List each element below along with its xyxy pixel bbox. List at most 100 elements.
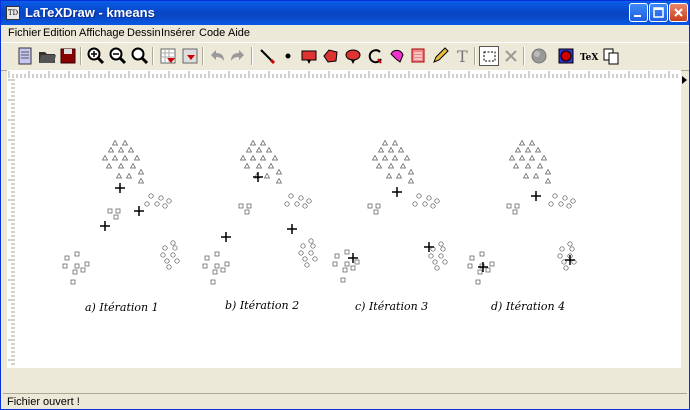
pen-icon[interactable] bbox=[257, 46, 277, 66]
triangle-point bbox=[371, 154, 379, 161]
shadow-icon[interactable] bbox=[529, 46, 549, 66]
redo-icon[interactable] bbox=[228, 46, 248, 66]
centroid-cross bbox=[287, 224, 297, 234]
circle-point bbox=[562, 195, 568, 201]
circle-point bbox=[557, 253, 563, 259]
square-point bbox=[64, 255, 70, 261]
menu-code[interactable]: Code bbox=[199, 27, 225, 39]
grid-icon[interactable] bbox=[158, 46, 178, 66]
circle-point bbox=[162, 203, 168, 209]
new-document-icon[interactable] bbox=[15, 46, 35, 66]
circle-point bbox=[284, 201, 290, 207]
triangle-point bbox=[512, 162, 520, 169]
triangle-point bbox=[544, 168, 552, 175]
menu-dessin[interactable]: Dessin bbox=[127, 27, 161, 39]
centroid-cross bbox=[531, 191, 541, 201]
ellipse-icon[interactable] bbox=[343, 46, 363, 66]
circle-point bbox=[422, 201, 428, 207]
circle-point bbox=[312, 256, 318, 262]
triangle-point bbox=[239, 154, 247, 161]
circle-point bbox=[164, 258, 170, 264]
square-point bbox=[210, 279, 216, 285]
status-bar: Fichier ouvert ! bbox=[3, 393, 687, 409]
square-point bbox=[373, 209, 379, 215]
rectangle-icon[interactable] bbox=[299, 46, 319, 66]
centroid-cross bbox=[115, 183, 125, 193]
toolbar: T TeX bbox=[1, 42, 689, 71]
arc-icon[interactable] bbox=[365, 46, 385, 66]
triangle-point bbox=[381, 154, 389, 161]
circle-point bbox=[170, 240, 176, 246]
square-point bbox=[475, 279, 481, 285]
save-icon[interactable] bbox=[58, 46, 78, 66]
copy-icon[interactable] bbox=[601, 46, 621, 66]
square-point bbox=[344, 249, 350, 255]
magnetic-grid-icon[interactable] bbox=[180, 46, 200, 66]
figure-iteration-3 bbox=[332, 139, 448, 283]
square-point bbox=[512, 209, 518, 215]
zoom-fit-icon[interactable] bbox=[130, 46, 150, 66]
delete-icon[interactable] bbox=[501, 46, 521, 66]
text-icon[interactable]: T bbox=[452, 46, 472, 66]
circle-point bbox=[566, 203, 572, 209]
square-point bbox=[514, 203, 520, 209]
undo-icon[interactable] bbox=[207, 46, 227, 66]
open-folder-icon[interactable] bbox=[37, 46, 57, 66]
circle-point bbox=[432, 259, 438, 265]
text-frame-icon[interactable] bbox=[408, 46, 428, 66]
minimize-icon bbox=[634, 15, 641, 17]
caption-iteration-2: b) Itération 2 bbox=[225, 299, 299, 312]
triangle-point bbox=[518, 139, 526, 146]
triangle-point bbox=[395, 172, 403, 179]
circle-point bbox=[438, 241, 444, 247]
title-bar[interactable]: TD LaTeXDraw - kmeans bbox=[1, 1, 689, 25]
zoom-in-icon[interactable] bbox=[86, 46, 106, 66]
tex-icon[interactable]: TeX bbox=[579, 46, 599, 66]
circle-point bbox=[148, 193, 154, 199]
menu-edition[interactable]: Edition bbox=[43, 27, 77, 39]
circle-point bbox=[288, 193, 294, 199]
circle-point bbox=[310, 243, 316, 249]
drawing-canvas[interactable]: a) Itération 1 b) Itération 2 c) Itérati… bbox=[15, 78, 681, 368]
square-point bbox=[506, 203, 512, 209]
triangle-point bbox=[536, 162, 544, 169]
square-point bbox=[74, 251, 80, 257]
circle-point bbox=[558, 201, 564, 207]
centroid-cross bbox=[565, 255, 575, 265]
horizontal-scroll-area[interactable] bbox=[7, 368, 681, 392]
circle-point bbox=[308, 238, 314, 244]
color-icon[interactable] bbox=[556, 46, 576, 66]
triangle-point bbox=[403, 154, 411, 161]
maximize-icon bbox=[653, 7, 664, 18]
menu-affichage[interactable]: Affichage bbox=[79, 27, 125, 39]
polygon-icon[interactable] bbox=[321, 46, 341, 66]
triangle-point bbox=[101, 154, 109, 161]
triangle-point bbox=[377, 146, 385, 153]
square-point bbox=[469, 255, 475, 261]
triangle-point bbox=[111, 154, 119, 161]
circle-point bbox=[144, 201, 150, 207]
triangle-point bbox=[524, 146, 532, 153]
maximize-button[interactable] bbox=[649, 3, 668, 22]
figure-iteration-1 bbox=[62, 139, 180, 285]
circle-point bbox=[430, 203, 436, 209]
dot-icon[interactable] bbox=[278, 46, 298, 66]
centroid-cross bbox=[478, 262, 488, 272]
circle-point bbox=[162, 245, 168, 251]
zoom-out-icon[interactable] bbox=[108, 46, 128, 66]
minimize-button[interactable] bbox=[629, 3, 648, 22]
triangle-point bbox=[275, 168, 283, 175]
square-point bbox=[70, 279, 76, 285]
selection-icon[interactable] bbox=[479, 46, 499, 66]
pencil-icon[interactable] bbox=[430, 46, 450, 66]
circle-point bbox=[298, 195, 304, 201]
square-point bbox=[479, 251, 485, 257]
bezier-icon[interactable] bbox=[387, 46, 407, 66]
panel-toggle-icon[interactable] bbox=[682, 76, 687, 84]
menu-fichier[interactable]: Fichier bbox=[8, 27, 41, 39]
menu-inserer[interactable]: Insérer bbox=[161, 27, 195, 39]
centroid-cross bbox=[134, 206, 144, 216]
triangle-point bbox=[249, 154, 257, 161]
menu-aide[interactable]: Aide bbox=[228, 27, 250, 39]
close-button[interactable] bbox=[669, 3, 688, 22]
